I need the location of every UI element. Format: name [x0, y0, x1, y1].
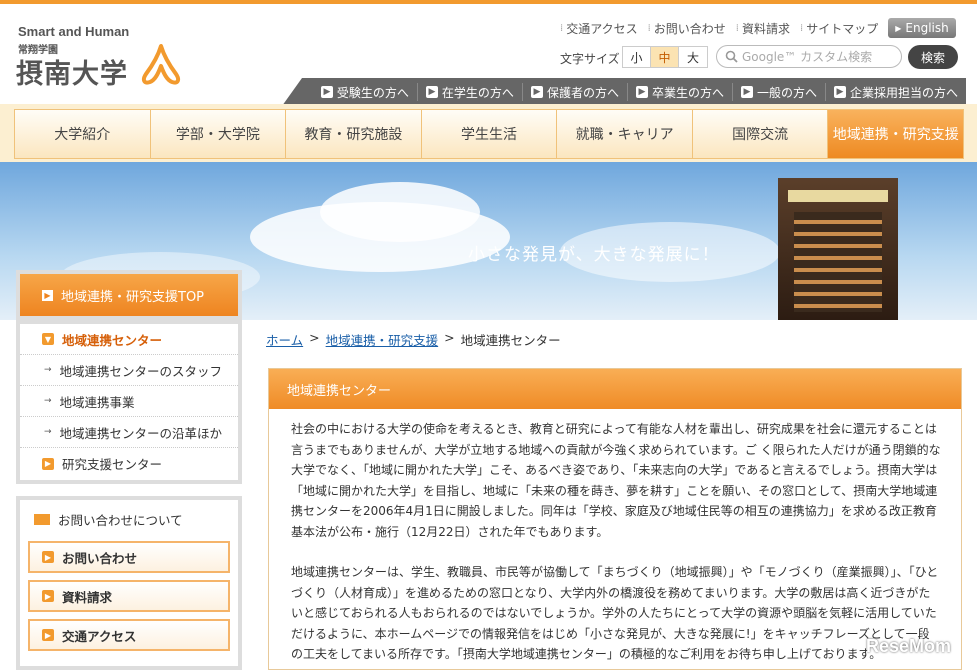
- audience-parents[interactable]: ▶ 保護者の方へ: [521, 83, 627, 101]
- content-body: 社会の中における大学の使命を考えるとき、教育と研究によって有能な人材を輩出し、研…: [269, 409, 961, 665]
- breadcrumb-separator: >: [309, 330, 320, 345]
- font-size-switcher: 小 中 大: [622, 46, 708, 68]
- font-size-medium-button[interactable]: 中: [651, 47, 679, 67]
- building-image: [778, 178, 898, 320]
- arrow-right-icon: ▶: [42, 629, 54, 641]
- brochure-link[interactable]: ⁞ 資料請求: [736, 20, 790, 37]
- content-paragraph-2: 地域連携センターは、学生、教職員、市民等が協働して「まちづくり（地域振興）」や「…: [291, 565, 939, 661]
- play-arrow-icon: ▶: [895, 23, 902, 33]
- audience-nav: ▶ 受験生の方へ ▶ 在学生の方へ ▶ 保護者の方へ ▶ 卒業生の方へ ▶ 一般の方へ ▶…: [282, 78, 966, 106]
- utility-links: ⁞ 交通アクセス ⁞ お問い合わせ ⁞ 資料請求 ⁞ サイトマップ: [560, 20, 878, 37]
- sidebar-item-community-center[interactable]: ▼ 地域連携センター: [20, 324, 238, 355]
- university-emblem-icon: [141, 44, 181, 85]
- arrow-right-icon: ▶: [42, 590, 54, 602]
- sidebar-item-staff[interactable]: → 地域連携センターのスタッフ: [20, 355, 238, 386]
- hero-tagline: 小さな発見が、大きな発展に！: [468, 245, 720, 265]
- gnav-career[interactable]: 就職・キャリア: [557, 110, 693, 158]
- font-size-large-button[interactable]: 大: [679, 47, 707, 67]
- font-size-small-button[interactable]: 小: [623, 47, 651, 67]
- bullet-arrow-icon: →: [44, 396, 52, 406]
- audience-students[interactable]: ▶ 在学生の方へ: [416, 83, 522, 101]
- breadcrumb-home[interactable]: ホーム: [266, 330, 303, 349]
- breadcrumb-section[interactable]: 地域連携・研究支援: [326, 330, 439, 349]
- sidebar-item-projects[interactable]: → 地域連携事業: [20, 386, 238, 417]
- gnav-facilities[interactable]: 教育・研究施設: [286, 110, 422, 158]
- gnav-about[interactable]: 大学紹介: [15, 110, 151, 158]
- contact-title: お問い合わせについて: [28, 510, 230, 529]
- chevron-right-icon: ▶: [425, 86, 438, 98]
- breadcrumb: ホーム > 地域連携・研究支援 > 地域連携センター: [266, 330, 561, 349]
- audience-applicants[interactable]: ▶ 受験生の方へ: [313, 83, 417, 101]
- university-logo[interactable]: 摂南大学: [16, 52, 128, 91]
- arrow-right-icon: ▶: [42, 551, 54, 563]
- page-title: 地域連携センター: [269, 369, 961, 409]
- sidebar-item-research-support[interactable]: ▶ 研究支援センター: [20, 448, 238, 479]
- sidebar-top-frame: ▶ 地域連携・研究支援TOP: [16, 270, 242, 320]
- font-size-label: 文字サイズ: [560, 52, 620, 66]
- sidebar-item-history[interactable]: → 地域連携センターの沿革ほか: [20, 417, 238, 448]
- content-paragraph-1: 社会の中における大学の使命を考えるとき、教育と研究によって有能な人材を輩出し、研…: [291, 422, 941, 539]
- chevron-right-icon: ▶: [320, 86, 333, 98]
- contact-access-button[interactable]: ▶ 交通アクセス: [28, 619, 230, 651]
- watermark-logo: ReseMom: [866, 636, 952, 656]
- arrow-right-icon: ▶: [42, 289, 53, 301]
- gnav-international[interactable]: 国際交流: [693, 110, 829, 158]
- inquiry-link[interactable]: ⁞ お問い合わせ: [648, 20, 726, 37]
- site-header: Smart and Human 常翔学園 摂南大学 ⁞ 交通アクセス ⁞ お問い合わ…: [0, 4, 977, 106]
- cloud-shape: [320, 182, 480, 242]
- audience-general[interactable]: ▶ 一般の方へ: [731, 83, 825, 101]
- global-nav: 大学紹介 学部・大学院 教育・研究施設 学生生活 就職・キャリア 国際交流 地域…: [14, 109, 964, 159]
- chevron-right-icon: ▶: [530, 86, 543, 98]
- search-placeholder: Google™ カスタム検索: [742, 50, 873, 64]
- bullet-arrow-icon: →: [44, 365, 52, 375]
- access-link[interactable]: ⁞ 交通アクセス: [560, 20, 638, 37]
- chevron-right-icon: ▶: [740, 86, 753, 98]
- breadcrumb-separator: >: [444, 330, 455, 345]
- mail-icon: [34, 514, 50, 525]
- global-nav-wrapper: 大学紹介 学部・大学院 教育・研究施設 学生生活 就職・キャリア 国際交流 地域…: [0, 104, 977, 162]
- bullet-arrow-icon: →: [44, 427, 52, 437]
- chevron-right-icon: ▶: [833, 86, 846, 98]
- contact-inquiry-button[interactable]: ▶ お問い合わせ: [28, 541, 230, 573]
- english-button[interactable]: ▶ English: [888, 18, 956, 38]
- logo-english-text[interactable]: Smart and Human: [18, 24, 129, 39]
- chevron-right-icon: ▶: [635, 86, 648, 98]
- arrow-down-icon: ▼: [42, 333, 54, 345]
- breadcrumb-current: 地域連携センター: [460, 333, 561, 348]
- main-content: 地域連携センター 社会の中における大学の使命を考えるとき、教育と研究によって有能…: [268, 368, 962, 670]
- sitemap-link[interactable]: ⁞ サイトマップ: [800, 20, 878, 37]
- community-top-button[interactable]: ▶ 地域連携・研究支援TOP: [20, 274, 238, 316]
- search-icon: [725, 50, 738, 63]
- gnav-faculties[interactable]: 学部・大学院: [151, 110, 287, 158]
- search-button[interactable]: 検索: [908, 45, 958, 69]
- arrow-right-icon: ▶: [42, 457, 54, 470]
- audience-alumni[interactable]: ▶ 卒業生の方へ: [626, 83, 732, 101]
- contact-panel: お問い合わせについて ▶ お問い合わせ ▶ 資料請求 ▶ 交通アクセス: [16, 496, 242, 670]
- gnav-community[interactable]: 地域連携・研究支援: [828, 110, 964, 158]
- building-windows: [794, 212, 882, 312]
- search-input[interactable]: Google™ カスタム検索: [716, 45, 902, 68]
- audience-employers[interactable]: ▶ 企業採用担当の方へ: [824, 83, 966, 101]
- sidebar-menu: ▼ 地域連携センター → 地域連携センターのスタッフ → 地域連携事業 → 地域…: [16, 320, 242, 484]
- gnav-student-life[interactable]: 学生生活: [422, 110, 558, 158]
- contact-brochure-button[interactable]: ▶ 資料請求: [28, 580, 230, 612]
- building-sign: [788, 190, 888, 202]
